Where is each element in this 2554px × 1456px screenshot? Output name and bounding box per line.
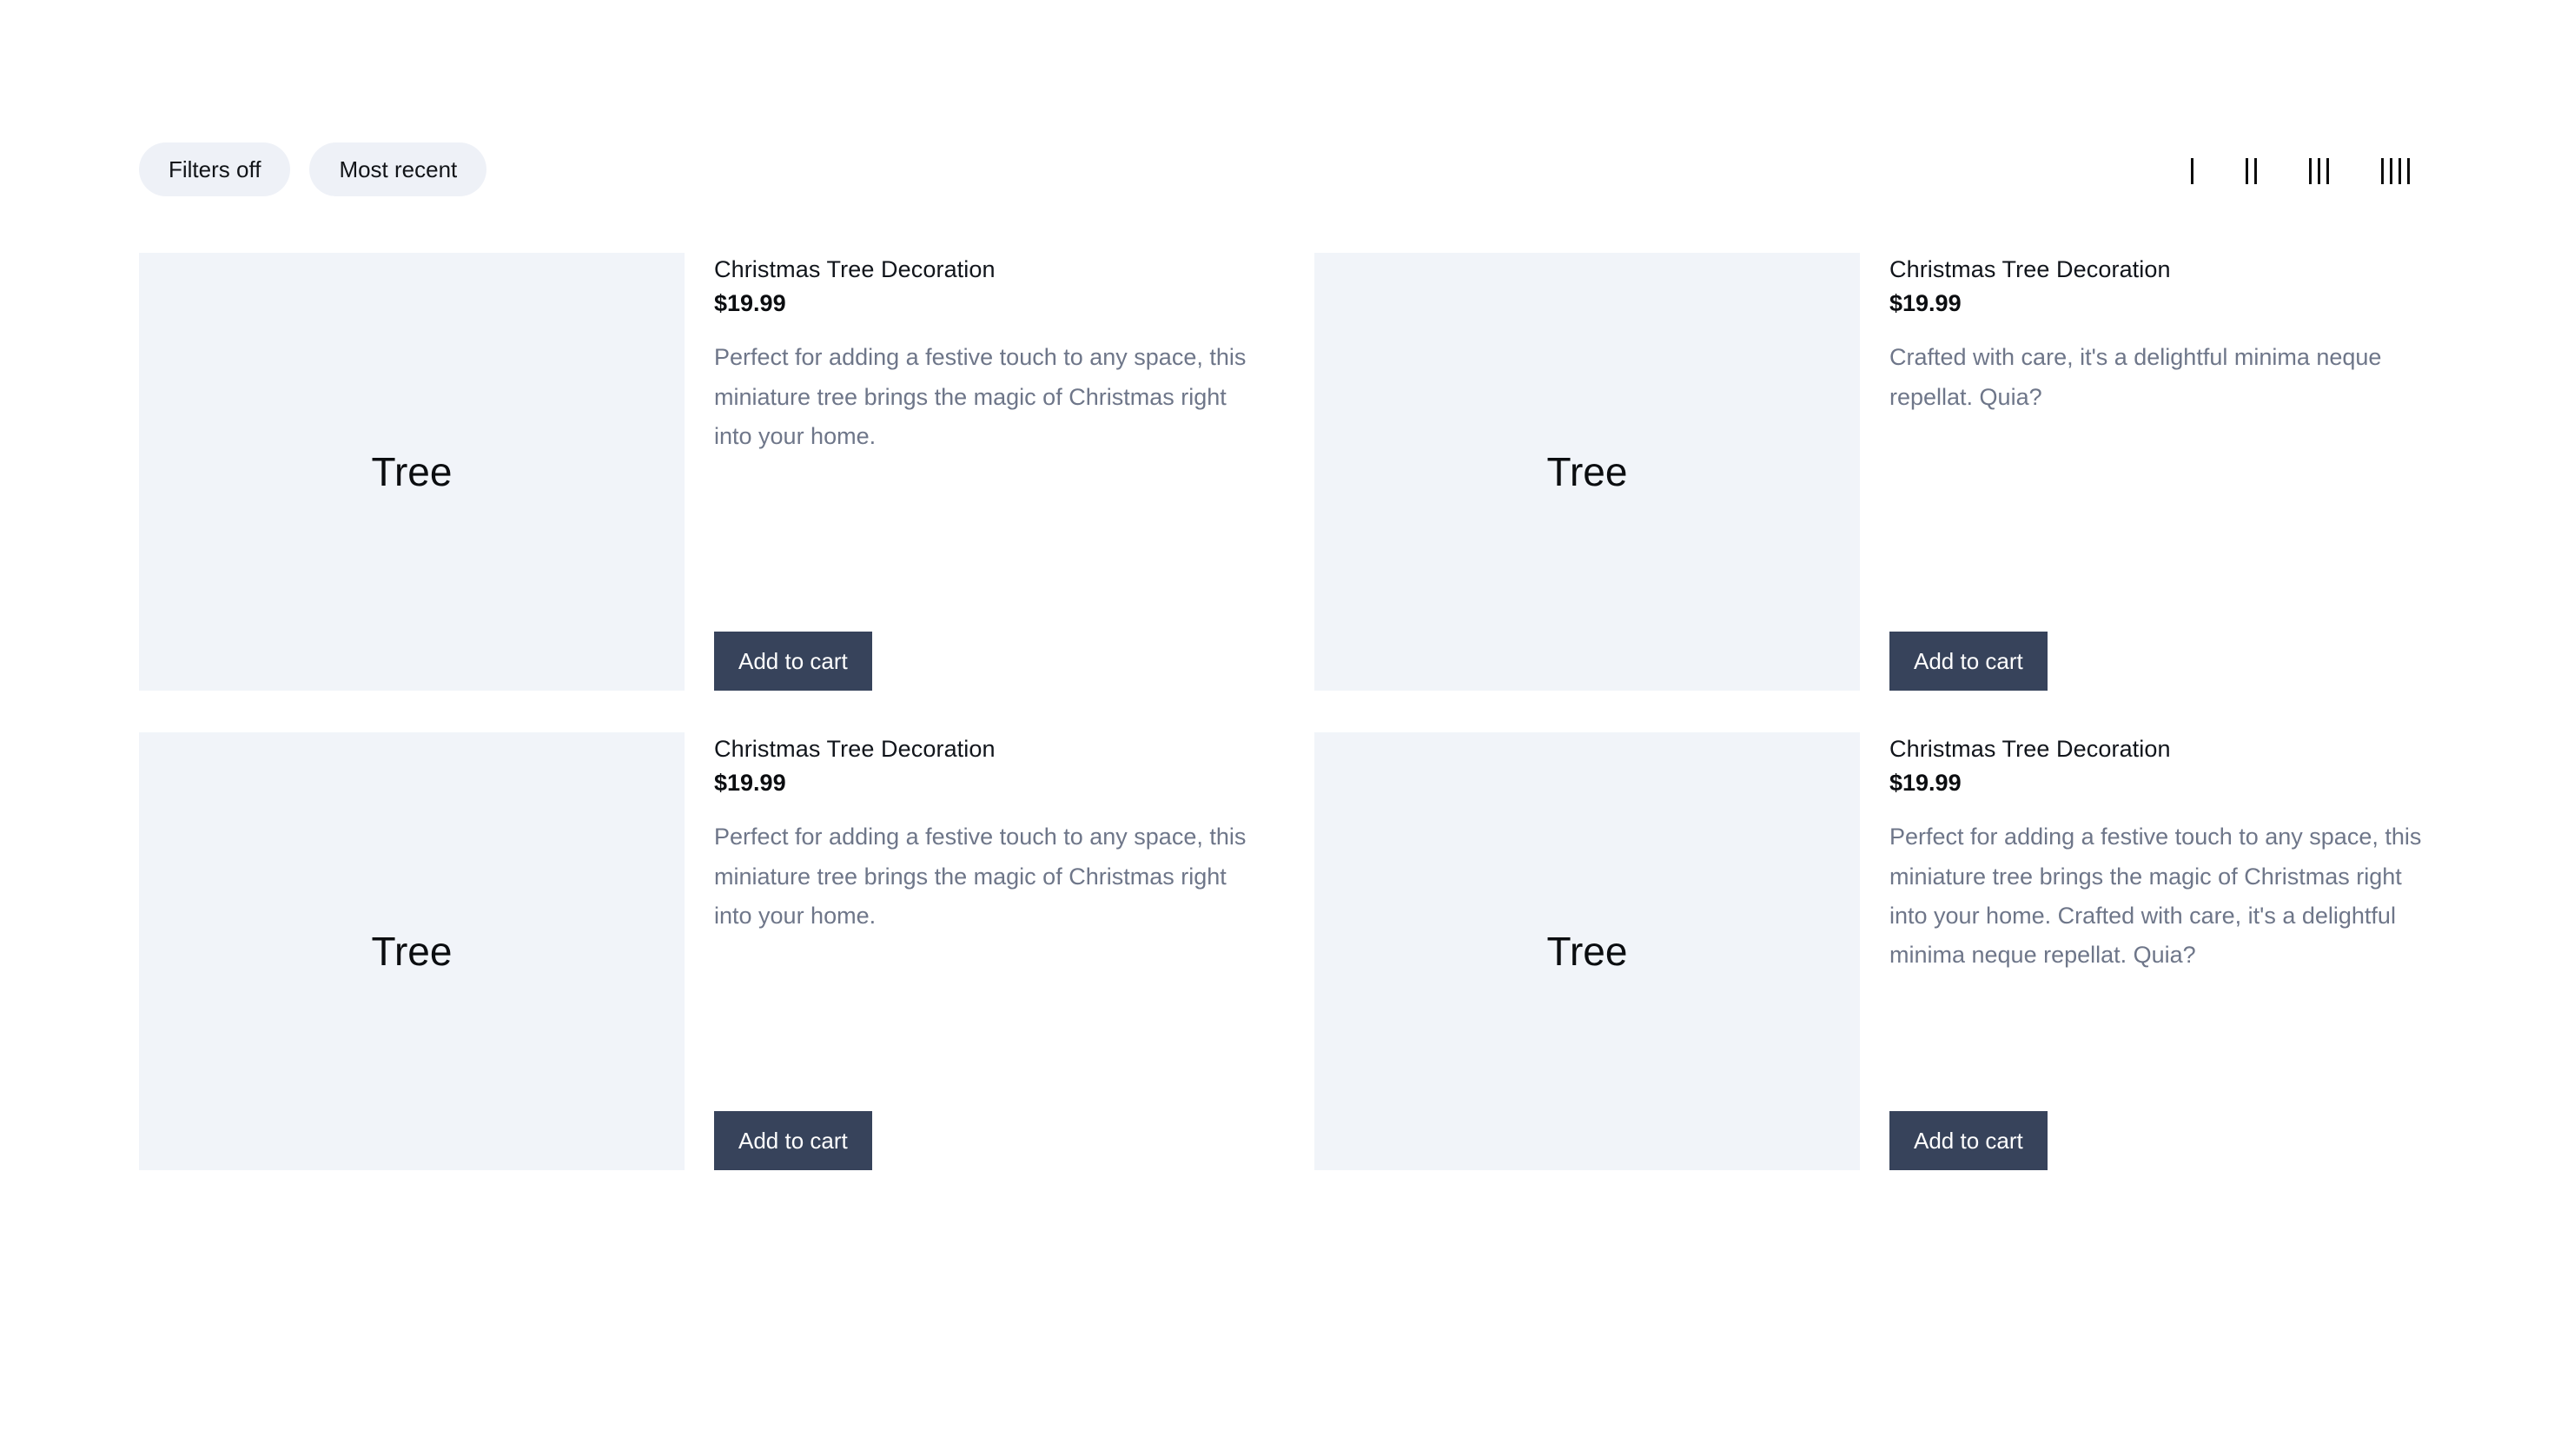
add-to-cart-button[interactable]: Add to cart [1889, 632, 2048, 691]
product-price: $19.99 [1889, 769, 1962, 796]
product-description: Crafted with care, it's a delightful min… [1889, 344, 2382, 410]
product-image-placeholder[interactable]: Tree [1314, 253, 1860, 691]
product-title: Christmas Tree Decoration [714, 256, 996, 282]
product-card[interactable]: Tree Christmas Tree Decoration $19.99 Pe… [1314, 732, 2424, 1170]
filters-toggle-button[interactable]: Filters off [139, 142, 291, 196]
product-description: Perfect for adding a festive touch to an… [714, 344, 1247, 449]
product-actions: Add to cart [1889, 632, 2424, 691]
product-actions: Add to cart [714, 632, 1248, 691]
product-description: Perfect for adding a festive touch to an… [714, 824, 1247, 929]
add-to-cart-button[interactable]: Add to cart [714, 1111, 872, 1170]
add-to-cart-button[interactable]: Add to cart [714, 632, 872, 691]
product-image-label: Tree [371, 449, 453, 494]
column-count-3-icon[interactable] [2309, 155, 2329, 184]
product-details: Christmas Tree Decoration $19.99 Perfect… [714, 732, 1248, 1170]
add-to-cart-button[interactable]: Add to cart [1889, 1111, 2048, 1170]
product-description: Perfect for adding a festive touch to an… [1889, 824, 2422, 969]
product-listing-page: Filters off Most recent Tree Christmas T… [0, 0, 2554, 1456]
product-image-label: Tree [1546, 449, 1628, 494]
product-details: Christmas Tree Decoration $19.99 Perfect… [1889, 732, 2424, 1170]
product-image-placeholder[interactable]: Tree [139, 732, 685, 1170]
product-price: $19.99 [1889, 289, 1962, 316]
sort-order-button[interactable]: Most recent [309, 142, 487, 196]
product-image-placeholder[interactable]: Tree [1314, 732, 1860, 1170]
product-title: Christmas Tree Decoration [1889, 736, 2171, 762]
product-actions: Add to cart [1889, 1111, 2424, 1170]
product-title: Christmas Tree Decoration [714, 736, 996, 762]
product-actions: Add to cart [714, 1111, 1248, 1170]
product-card[interactable]: Tree Christmas Tree Decoration $19.99 Cr… [1314, 253, 2424, 691]
product-details: Christmas Tree Decoration $19.99 Crafted… [1889, 253, 2424, 691]
product-price: $19.99 [714, 769, 786, 796]
product-details: Christmas Tree Decoration $19.99 Perfect… [714, 253, 1248, 691]
product-grid: Tree Christmas Tree Decoration $19.99 Pe… [139, 253, 2424, 1170]
product-card[interactable]: Tree Christmas Tree Decoration $19.99 Pe… [139, 732, 1248, 1170]
column-count-2-icon[interactable] [2246, 155, 2257, 184]
column-count-1-icon[interactable] [2191, 155, 2193, 184]
listing-toolbar: Filters off Most recent [139, 139, 2415, 200]
product-image-placeholder[interactable]: Tree [139, 253, 685, 691]
column-count-4-icon[interactable] [2381, 155, 2410, 184]
filter-pill-group: Filters off Most recent [139, 142, 487, 196]
product-image-label: Tree [371, 929, 453, 974]
product-price: $19.99 [714, 289, 786, 316]
product-image-label: Tree [1546, 929, 1628, 974]
column-count-switcher [2191, 155, 2415, 184]
product-card[interactable]: Tree Christmas Tree Decoration $19.99 Pe… [139, 253, 1248, 691]
product-title: Christmas Tree Decoration [1889, 256, 2171, 282]
